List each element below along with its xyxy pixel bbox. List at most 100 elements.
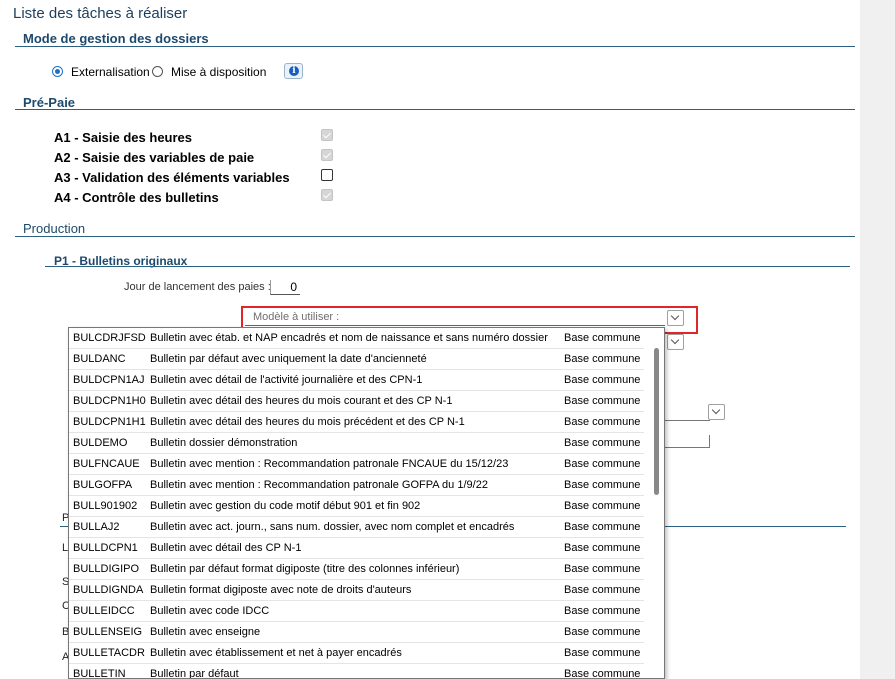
chevron-down-icon [711,405,721,415]
dropdown-option[interactable]: BULDCPN1H0 Bulletin avec détail des heure… [69,391,644,412]
option-base: Base commune [564,500,641,512]
option-description: Bulletin avec mention : Recommandation p… [150,479,488,491]
chevron-down-icon [670,335,680,345]
option-base: Base commune [564,563,641,575]
section-divider [15,46,855,47]
option-code: BULDCPN1H1 [73,416,146,428]
option-base: Base commune [564,647,641,659]
section-title-mode: Mode de gestion des dossiers [23,31,209,46]
option-code: BULLDIGNDA [73,584,144,596]
task-label-a2: A2 - Saisie des variables de paie [54,150,255,165]
dropdown-option[interactable]: BULLETIN Bulletin par défaut Base commune [69,664,644,679]
checkbox-a1 [321,129,333,141]
info-button[interactable]: i [284,63,303,79]
dropdown-option[interactable]: BULLDCPN1 Bulletin avec détail des CP N-1… [69,538,644,559]
option-code: BULLENSEIG [73,626,143,638]
option-description: Bulletin avec act. journ., sans num. dos… [150,521,515,533]
section-title-prepaie: Pré-Paie [23,95,76,110]
option-description: Bulletin avec gestion du code motif débu… [150,500,421,512]
option-code: BULLDIGIPO [73,563,140,575]
dropdown-option[interactable]: BULDANC Bulletin par défaut avec uniqueme… [69,349,644,370]
section-title-production: Production [23,221,86,236]
option-code: BULDANC [73,353,126,365]
option-code: BULFNCAUE [73,458,140,470]
option-description: Bulletin par défaut [150,668,239,679]
option-code: BULLETIN [73,668,126,679]
dropdown-option[interactable]: BULDCPN1H1 Bulletin avec détail des heure… [69,412,644,433]
option-code: BULL901902 [73,500,138,512]
task-label-a4: A4 - Contrôle des bulletins [54,190,219,205]
checkbox-a3[interactable] [321,169,333,181]
option-description: Bulletin avec détail de l'activité journ… [150,374,423,386]
radio-externalisation[interactable] [52,66,63,77]
option-base: Base commune [564,395,641,407]
option-description: Bulletin avec détail des heures du mois … [150,416,465,428]
option-code: BULDCPN1AJ [73,374,145,386]
option-base: Base commune [564,353,641,365]
section-divider [15,236,855,237]
option-description: Bulletin avec étab. et NAP encadrés et n… [150,332,548,344]
dropdown-option[interactable]: BULFNCAUE Bulletin avec mention : Recomma… [69,454,644,475]
jour-lancement-input[interactable]: 0 [270,280,300,295]
field-underline [665,447,710,448]
field-underline [665,420,710,421]
task-label-a1: A1 - Saisie des heures [54,130,193,145]
task-label-a3: A3 - Validation des éléments variables [54,170,290,185]
dropdown-option[interactable]: BULLEIDCC Bulletin avec code IDCC Base com… [69,601,644,622]
radio-mise-a-disposition[interactable] [152,66,163,77]
dropdown-option[interactable]: BULDCPN1AJ Bulletin avec détail de l'acti… [69,370,644,391]
combo-button[interactable] [667,334,684,350]
section-divider [15,109,855,110]
modele-combo-field[interactable]: Modèle à utiliser : [245,309,665,326]
subsection-divider [45,266,850,267]
option-code: BULDCPN1H0 [73,395,146,407]
dropdown-option[interactable]: BULGOFPA Bulletin avec mention : Recomman… [69,475,644,496]
main-panel: Liste des tâches à réaliser Mode de gest… [0,0,860,679]
dropdown-option[interactable]: BULCDRJFSD Bulletin avec étab. et NAP enc… [69,328,644,349]
radio-label-externalisation: Externalisation [71,65,150,79]
combo-button[interactable] [708,404,725,420]
checkbox-a4 [321,189,333,201]
dropdown-option[interactable]: BULL901902 Bulletin avec gestion du code … [69,496,644,517]
option-base: Base commune [564,626,641,638]
option-base: Base commune [564,437,641,449]
option-code: BULCDRJFSD [73,332,146,344]
option-description: Bulletin avec code IDCC [150,605,270,617]
scrollbar-thumb[interactable] [654,348,659,495]
option-code: BULLETACDR [73,647,145,659]
dropdown-option[interactable]: BULLDIGIPO Bulletin par défaut format dig… [69,559,644,580]
dropdown-option[interactable]: BULLAJ2 Bulletin avec act. journ., sans n… [69,517,644,538]
field-border [709,435,710,448]
dropdown-option[interactable]: BULLENSEIG Bulletin avec enseigne Base com… [69,622,644,643]
option-base: Base commune [564,542,641,554]
option-description: Bulletin avec détail des heures du mois … [150,395,453,407]
option-base: Base commune [564,584,641,596]
option-base: Base commune [564,374,641,386]
info-icon: i [289,66,299,76]
option-base: Base commune [564,605,641,617]
option-code: BULGOFPA [73,479,133,491]
option-description: Bulletin avec enseigne [150,626,261,638]
option-base: Base commune [564,416,641,428]
modele-dropdown-list: BULCDRJFSD Bulletin avec étab. et NAP enc… [68,327,665,679]
option-base: Base commune [564,332,641,344]
option-base: Base commune [564,458,641,470]
option-description: Bulletin dossier démonstration [150,437,298,449]
option-code: BULLDCPN1 [73,542,138,554]
option-description: Bulletin avec mention : Recommandation p… [150,458,509,470]
dropdown-scrollbar[interactable] [649,328,664,678]
modele-placeholder: Modèle à utiliser : [253,311,340,323]
option-base: Base commune [564,479,641,491]
option-description: Bulletin format digiposte avec note de d… [150,584,412,596]
page-title: Liste des tâches à réaliser [13,5,188,22]
dropdown-option[interactable]: BULDEMO Bulletin dossier démonstration Bas… [69,433,644,454]
chevron-down-icon [670,311,680,321]
modele-combo-button[interactable] [667,310,684,326]
option-description: Bulletin par défaut avec uniquement la d… [150,353,427,365]
option-code: BULLEIDCC [73,605,135,617]
dropdown-option[interactable]: BULLDIGNDA Bulletin format digiposte avec… [69,580,644,601]
checkbox-a2 [321,149,333,161]
option-base: Base commune [564,521,641,533]
dropdown-option[interactable]: BULLETACDR Bulletin avec établissement et… [69,643,644,664]
option-description: Bulletin avec établissement et net à pay… [150,647,402,659]
